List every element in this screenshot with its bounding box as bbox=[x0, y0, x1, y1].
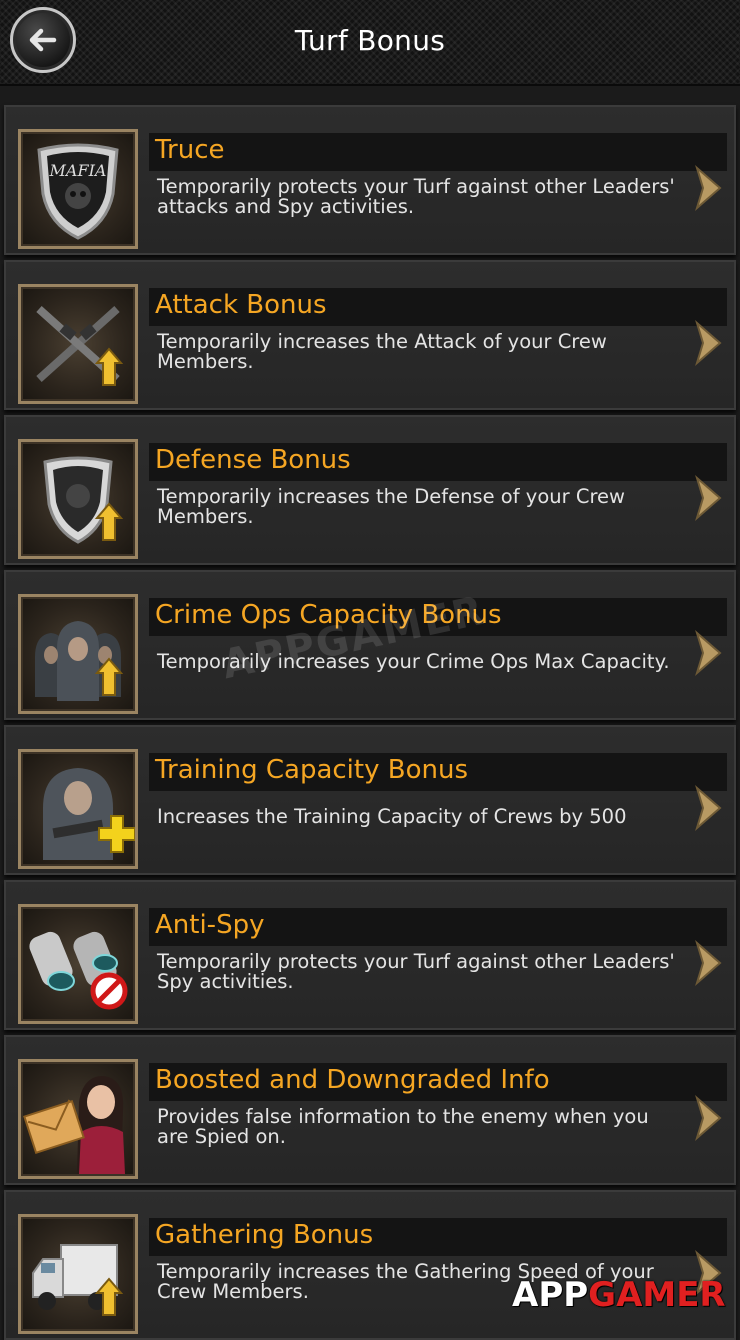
item-description: Temporarily increases the Attack of your… bbox=[157, 330, 607, 373]
chevron-right-icon[interactable] bbox=[693, 1095, 723, 1141]
truck-icon bbox=[18, 1214, 138, 1334]
item-title-bar: Attack Bonus bbox=[149, 288, 727, 326]
item-title: Boosted and Downgraded Info bbox=[155, 1065, 550, 1095]
item-description: Temporarily protects your Turf against o… bbox=[157, 175, 675, 218]
item-title: Anti-Spy bbox=[155, 910, 265, 940]
list-item-truce[interactable]: MAFIA Truce Temporarily protects your Tu… bbox=[4, 105, 736, 255]
list-item-training-capacity-bonus[interactable]: Training Capacity Bonus Increases the Tr… bbox=[4, 725, 736, 875]
watermark-logo: APPGAMER bbox=[512, 1275, 726, 1315]
item-title: Gathering Bonus bbox=[155, 1220, 374, 1250]
chevron-right-icon[interactable] bbox=[693, 475, 723, 521]
binoculars-prohibited-icon bbox=[18, 904, 138, 1024]
item-title-bar: Training Capacity Bonus bbox=[149, 753, 727, 791]
header-bar: Turf Bonus bbox=[0, 0, 740, 86]
chevron-right-icon[interactable] bbox=[693, 785, 723, 831]
item-title: Defense Bonus bbox=[155, 445, 351, 475]
chevron-right-icon[interactable] bbox=[693, 630, 723, 676]
item-title: Attack Bonus bbox=[155, 290, 327, 320]
page-title: Turf Bonus bbox=[294, 24, 446, 57]
watermark-logo-app: APP bbox=[512, 1275, 589, 1315]
item-title-bar: Anti-Spy bbox=[149, 908, 727, 946]
item-title-bar: Defense Bonus bbox=[149, 443, 727, 481]
svg-text:MAFIA: MAFIA bbox=[49, 161, 107, 180]
list-item-defense-bonus[interactable]: Defense Bonus Temporarily increases the … bbox=[4, 415, 736, 565]
item-title: Training Capacity Bonus bbox=[155, 755, 468, 785]
item-title-bar: Gathering Bonus bbox=[149, 1218, 727, 1256]
watermark-logo-gamer: GAMER bbox=[588, 1275, 726, 1315]
hooded-figure-plus-icon bbox=[18, 749, 138, 869]
chevron-right-icon[interactable] bbox=[693, 320, 723, 366]
item-title-bar: Truce bbox=[149, 133, 727, 171]
item-description: Temporarily protects your Turf against o… bbox=[157, 950, 675, 993]
item-description: Temporarily increases the Defense of you… bbox=[157, 485, 625, 528]
list-item-boosted-and-downgraded-info[interactable]: Boosted and Downgraded Info Provides fal… bbox=[4, 1035, 736, 1185]
envelope-woman-icon bbox=[18, 1059, 138, 1179]
mafia-shield-icon: MAFIA bbox=[18, 129, 138, 249]
list-item-attack-bonus[interactable]: Attack Bonus Temporarily increases the A… bbox=[4, 260, 736, 410]
item-description: Provides false information to the enemy … bbox=[157, 1105, 649, 1148]
chevron-right-icon[interactable] bbox=[693, 940, 723, 986]
item-title-bar: Boosted and Downgraded Info bbox=[149, 1063, 727, 1101]
item-description: Increases the Training Capacity of Crews… bbox=[157, 805, 627, 828]
crossed-rifles-icon bbox=[18, 284, 138, 404]
list-item-gathering-bonus[interactable]: Gathering Bonus Temporarily increases th… bbox=[4, 1190, 736, 1340]
hooded-crew-icon bbox=[18, 594, 138, 714]
chevron-right-icon[interactable] bbox=[693, 165, 723, 211]
skull-shield-icon bbox=[18, 439, 138, 559]
list-item-anti-spy[interactable]: Anti-Spy Temporarily protects your Turf … bbox=[4, 880, 736, 1030]
item-title: Truce bbox=[155, 135, 225, 165]
